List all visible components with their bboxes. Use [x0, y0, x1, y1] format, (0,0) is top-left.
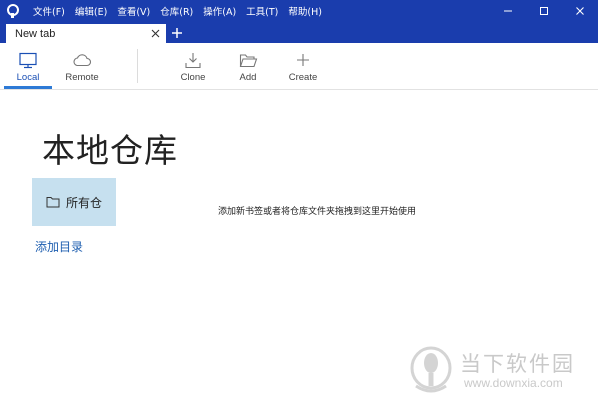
menu-actions[interactable]: 操作(A) [203, 4, 236, 18]
create-button[interactable]: Create [284, 43, 322, 89]
downxia-logo-icon [410, 346, 452, 393]
menu-edit[interactable]: 编辑(E) [75, 4, 107, 18]
monitor-icon [18, 51, 38, 69]
add-label: Add [239, 72, 257, 83]
remote-label: Remote [65, 72, 99, 83]
title-bar: 文件(F) 编辑(E) 查看(V) 仓库(R) 操作(A) 工具(T) 帮助(H… [0, 0, 598, 21]
page-title: 本地仓库 [42, 131, 178, 170]
local-label: Local [16, 72, 40, 83]
menu-bar: 文件(F) 编辑(E) 查看(V) 仓库(R) 操作(A) 工具(T) 帮助(H… [33, 0, 332, 21]
watermark-name: 当下软件园 [460, 352, 575, 376]
plus-icon [172, 28, 182, 38]
toolbar: Local Remote Clone Add Create [0, 43, 598, 90]
window-controls [490, 0, 598, 21]
local-button[interactable]: Local [4, 43, 52, 89]
minimize-icon [504, 10, 512, 11]
menu-help[interactable]: 帮助(H) [288, 4, 322, 18]
create-label: Create [288, 72, 318, 83]
add-tab-button[interactable] [168, 24, 186, 42]
clone-button[interactable]: Clone [174, 43, 212, 89]
folder-icon [46, 196, 60, 208]
close-icon [151, 29, 159, 38]
add-directory-link[interactable]: 添加目录 [35, 238, 83, 255]
menu-repository[interactable]: 仓库(R) [160, 4, 193, 18]
download-icon [184, 51, 202, 69]
watermark-url: www.downxia.com [464, 376, 563, 390]
close-icon [576, 6, 584, 15]
tab-close-button[interactable] [148, 27, 162, 41]
folder-label: 所有仓 [66, 195, 103, 210]
menu-tools[interactable]: 工具(T) [246, 4, 278, 18]
empty-state-hint: 添加新书签或者将仓库文件夹拖拽到这里开始使用 [218, 207, 417, 217]
maximize-button[interactable] [526, 0, 562, 21]
active-tab-indicator [4, 86, 52, 89]
cloud-icon [72, 51, 92, 69]
all-repositories-folder[interactable]: 所有仓 [32, 178, 116, 226]
plus-icon [296, 51, 310, 69]
toolbar-separator [137, 49, 138, 83]
tab-new-tab[interactable]: New tab [6, 24, 166, 43]
maximize-icon [540, 6, 548, 15]
tab-label: New tab [15, 27, 56, 40]
remote-button[interactable]: Remote [60, 43, 104, 89]
folder-open-icon [239, 51, 258, 69]
menu-view[interactable]: 查看(V) [117, 4, 150, 18]
tab-strip: New tab [0, 21, 598, 43]
add-button[interactable]: Add [231, 43, 265, 89]
sourcetree-logo-icon [7, 3, 19, 18]
clone-label: Clone [180, 72, 206, 83]
watermark: 当下软件园 www.downxia.com [408, 344, 592, 396]
close-window-button[interactable] [562, 0, 598, 21]
menu-file[interactable]: 文件(F) [33, 4, 65, 18]
minimize-button[interactable] [490, 0, 526, 21]
